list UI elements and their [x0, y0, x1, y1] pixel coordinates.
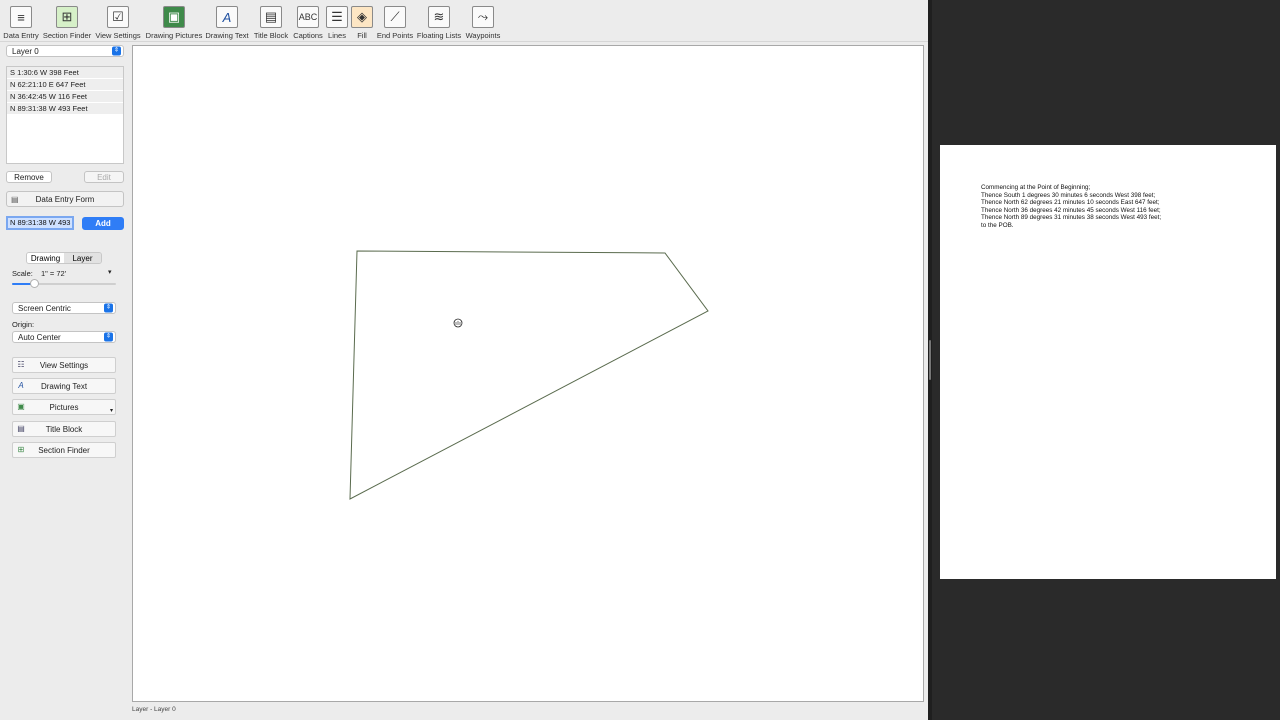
list-item[interactable]: S 1:30:6 W 398 Feet [7, 67, 123, 79]
legal-description-text: Commencing at the Point of Beginning; Th… [981, 184, 1161, 230]
tab-bar: Drawing Layer [26, 252, 102, 264]
toolbar-label: Title Block [253, 31, 289, 40]
toolbar-captions[interactable]: ABC Captions [293, 6, 323, 40]
button-label: Section Finder [38, 445, 90, 455]
calls-list[interactable]: S 1:30:6 W 398 Feet N 62:21:10 E 647 Fee… [6, 66, 124, 164]
lines-icon: ☰ [326, 6, 348, 28]
toolbar-label: Data Entry [3, 31, 39, 40]
divider-handle[interactable] [929, 340, 931, 380]
drawing-pictures-icon: ▣ [163, 6, 185, 28]
dropdown-arrow-icon: ▾ [109, 408, 113, 414]
drawing-text-button[interactable]: A Drawing Text [12, 378, 116, 394]
data-entry-form-label: Data Entry Form [35, 194, 95, 204]
parcel-boundary[interactable] [349, 250, 709, 500]
toolbar: ≡ Data Entry ⊞ Section Finder ☑ View Set… [0, 0, 928, 42]
list-item[interactable]: N 89:31:38 W 493 Feet [7, 103, 123, 115]
legal-line: Thence North 62 degrees 21 minutes 10 se… [981, 199, 1160, 207]
title-block-icon: ▤ [17, 424, 25, 433]
toolbar-label: Section Finder [42, 31, 92, 40]
origin-select[interactable]: Auto Center ⇕ [12, 331, 116, 343]
floating-lists-icon: ≋ [428, 6, 450, 28]
toolbar-label: Captions [293, 31, 323, 40]
origin-label: Origin: [12, 320, 35, 329]
toolbar-label: End Points [376, 31, 414, 40]
view-settings-button[interactable]: ☷ View Settings [12, 357, 116, 373]
button-label: View Settings [39, 360, 89, 370]
toolbar-end-points[interactable]: ⟋ End Points [377, 6, 413, 40]
status-bar: Layer - Layer 0 [132, 706, 176, 713]
chevron-updown-icon: ⇕ [112, 46, 121, 56]
list-item[interactable]: N 36:42:45 W 116 Feet [7, 91, 123, 103]
waypoints-icon: ⤳ [472, 6, 494, 28]
view-settings-icon: ☷ [17, 360, 25, 369]
toolbar-lines[interactable]: ☰ Lines [326, 6, 348, 40]
scale-dropdown-icon[interactable]: ▾ [108, 268, 112, 276]
toolbar-drawing-pictures[interactable]: ▣ Drawing Pictures [146, 6, 202, 40]
legal-line: Commencing at the Point of Beginning; [981, 184, 1091, 191]
tab-drawing[interactable]: Drawing [27, 253, 64, 263]
toolbar-label: View Settings [95, 31, 141, 40]
toolbar-section-finder[interactable]: ⊞ Section Finder [43, 6, 91, 40]
data-entry-icon: ≡ [10, 6, 32, 28]
tab-layer[interactable]: Layer [64, 253, 101, 263]
data-entry-form-button[interactable]: ▤ Data Entry Form [6, 191, 124, 207]
toolbar-label: Fill [357, 31, 367, 40]
chevron-updown-icon: ⇕ [104, 332, 113, 342]
section-finder-icon: ⊞ [17, 445, 25, 454]
section-finder-icon: ⊞ [56, 6, 78, 28]
scale-label: Scale: [12, 269, 33, 278]
drawing-canvas[interactable] [132, 45, 924, 702]
scale-value: 1" = 72' [41, 269, 67, 278]
centric-select[interactable]: Screen Centric ⇕ [12, 302, 116, 314]
layer-select-value: Layer 0 [12, 46, 39, 56]
button-label: Title Block [45, 424, 83, 434]
toolbar-data-entry[interactable]: ≡ Data Entry [3, 6, 39, 40]
chevron-updown-icon: ⇕ [104, 303, 113, 313]
fill-icon: ◈ [351, 6, 373, 28]
button-label: Pictures [49, 402, 79, 412]
toolbar-label: Floating Lists [416, 31, 462, 40]
toolbar-floating-lists[interactable]: ≋ Floating Lists [417, 6, 461, 40]
toolbar-label: Lines [328, 31, 346, 40]
form-icon: ▤ [11, 195, 19, 204]
edit-button[interactable]: Edit [84, 171, 124, 183]
toolbar-label: Waypoints [465, 31, 501, 40]
title-block-button[interactable]: ▤ Title Block [12, 421, 116, 437]
section-finder-button[interactable]: ⊞ Section Finder [12, 442, 116, 458]
legal-description-page: Commencing at the Point of Beginning; Th… [940, 145, 1276, 579]
plot-svg [349, 250, 709, 500]
pictures-button[interactable]: ▣ Pictures ▾ [12, 399, 116, 415]
app-window: ≡ Data Entry ⊞ Section Finder ☑ View Set… [0, 0, 928, 720]
entry-input[interactable]: N 89:31:38 W 493 [6, 216, 74, 230]
pictures-icon: ▣ [17, 402, 25, 411]
legal-line: Thence South 1 degrees 30 minutes 6 seco… [981, 191, 1156, 199]
end-points-icon: ⟋ [384, 6, 406, 28]
drawing-text-icon: A [18, 381, 24, 390]
scale-slider-track[interactable] [12, 279, 116, 288]
legal-line: Thence North 89 degrees 31 minutes 38 se… [981, 214, 1162, 222]
toolbar-label: Drawing Text [205, 31, 249, 40]
toolbar-drawing-text[interactable]: A Drawing Text [205, 6, 249, 40]
centric-select-value: Screen Centric [18, 303, 71, 313]
toolbar-fill[interactable]: ◈ Fill [351, 6, 373, 40]
list-item[interactable]: N 62:21:10 E 647 Feet [7, 79, 123, 91]
title-block-icon: ▤ [260, 6, 282, 28]
captions-icon: ABC [297, 6, 319, 28]
hand-cursor-icon [453, 318, 463, 328]
button-label: Drawing Text [40, 381, 88, 391]
origin-select-value: Auto Center [18, 332, 61, 342]
remove-button[interactable]: Remove [6, 171, 52, 183]
toolbar-view-settings[interactable]: ☑ View Settings [95, 6, 141, 40]
window-divider[interactable] [928, 0, 932, 720]
toolbar-title-block[interactable]: ▤ Title Block [253, 6, 289, 40]
drawing-text-icon: A [216, 6, 238, 28]
toolbar-waypoints[interactable]: ⤳ Waypoints [466, 6, 500, 40]
view-settings-icon: ☑ [107, 6, 129, 28]
legal-line: to the POB. [981, 221, 1014, 229]
layer-select[interactable]: Layer 0 ⇕ [6, 45, 124, 57]
add-button[interactable]: Add [82, 217, 124, 230]
toolbar-label: Drawing Pictures [145, 31, 203, 40]
legal-line: Thence North 36 degrees 42 minutes 45 se… [981, 206, 1161, 214]
